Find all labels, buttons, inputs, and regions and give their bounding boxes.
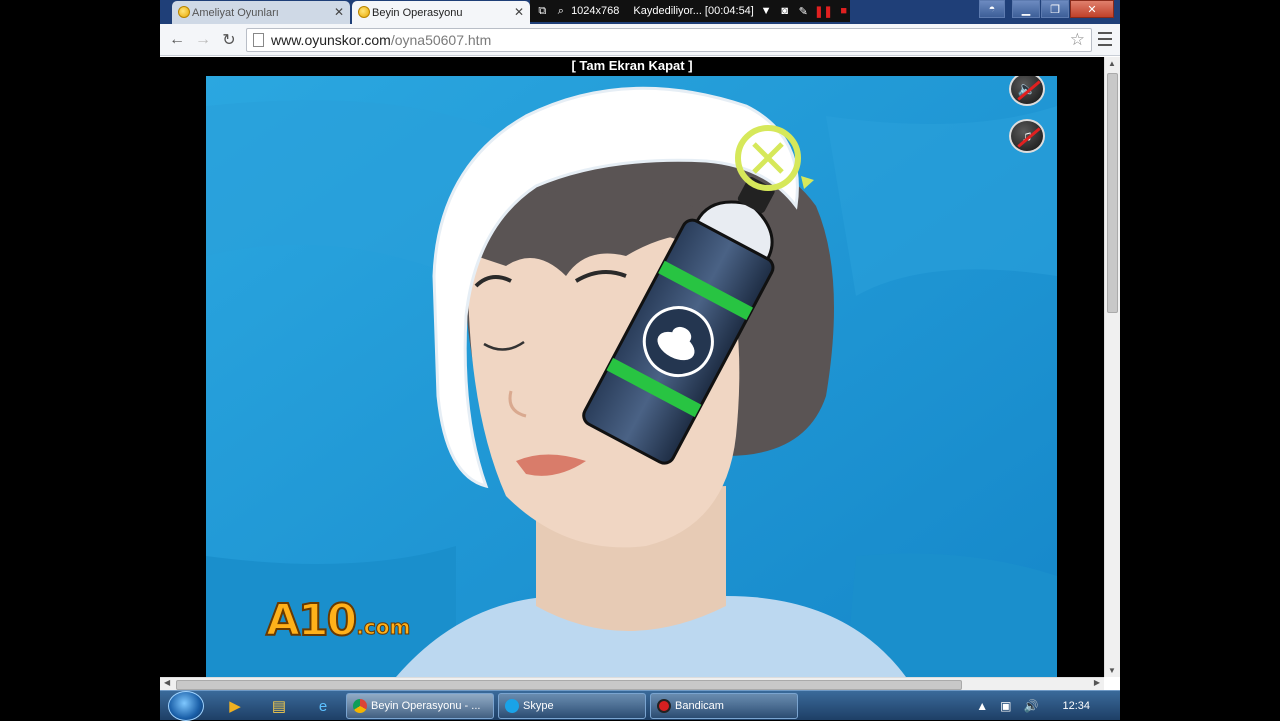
vertical-scroll-thumb[interactable] <box>1107 73 1118 313</box>
network-icon[interactable]: ▣ <box>1000 699 1011 713</box>
dropdown-arrow-icon[interactable]: ▼ <box>760 3 773 19</box>
game-canvas[interactable]: 🔈 ♫ A10 .com <box>206 76 1057 677</box>
back-arrow-icon[interactable]: ← <box>166 30 188 50</box>
volume-icon[interactable]: 🔊 <box>1024 699 1039 713</box>
task-label: Beyin Operasyonu - ... <box>371 700 481 712</box>
restore-button[interactable]: ❐ <box>1041 0 1069 18</box>
bookmark-star-icon[interactable]: ☆ <box>1070 30 1085 50</box>
close-tab-icon[interactable]: ✕ <box>514 5 524 19</box>
camera-icon[interactable]: ◙ <box>778 3 791 19</box>
file-explorer-icon[interactable]: ▤ <box>268 695 290 717</box>
skype-icon <box>505 699 519 713</box>
forward-arrow-icon[interactable]: → <box>192 30 214 50</box>
start-button[interactable] <box>168 691 204 721</box>
a10-logo[interactable]: A10 .com <box>265 595 411 646</box>
scroll-up-arrow-icon[interactable]: ▲ <box>1108 59 1116 68</box>
taskbar: ▶ ▤ e Beyin Operasyonu - ... Skype Bandi… <box>160 690 1120 721</box>
logo-main-text: A10 <box>265 595 358 646</box>
page-content: [ Tam Ekran Kapat ] 🔈 ♫ A10 .com <box>160 57 1104 677</box>
recorder-overlay: ⧉ ⌕ 1024x768 Kaydediliyor... [00:04:54] … <box>530 0 850 22</box>
pause-icon[interactable]: ❚❚ <box>814 3 832 19</box>
minimize-button[interactable]: ▁ <box>1012 0 1040 18</box>
reload-icon[interactable]: ↻ <box>218 30 240 50</box>
magnifier-icon[interactable]: ⌕ <box>555 3 568 19</box>
task-chrome[interactable]: Beyin Operasyonu - ... <box>346 693 494 719</box>
scroll-down-arrow-icon[interactable]: ▼ <box>1108 666 1116 675</box>
browser-toolbar: ← → ↻ www.oyunskor.com/oyna50607.htm ☆ <box>160 24 1120 56</box>
window-controls: ◓ ▁ ❐ ✕ <box>978 0 1114 18</box>
system-tray: ▲ ▣ 🔊 12:34 <box>976 691 1120 721</box>
close-window-button[interactable]: ✕ <box>1070 0 1114 18</box>
pencil-icon[interactable]: ✎ <box>797 3 810 19</box>
task-skype[interactable]: Skype <box>498 693 646 719</box>
media-player-icon[interactable]: ▶ <box>224 695 246 717</box>
vertical-scrollbar[interactable]: ▲ ▼ <box>1104 57 1120 677</box>
task-bandicam[interactable]: Bandicam <box>650 693 798 719</box>
scroll-left-arrow-icon[interactable]: ◀ <box>164 678 170 687</box>
horizontal-scrollbar[interactable]: ◀ ▶ <box>160 677 1104 691</box>
task-label: Bandicam <box>675 700 724 712</box>
desktop: Ameliyat Oyunları ✕ Beyin Operasyonu ✕ ⧉… <box>0 0 1280 721</box>
url-path: /oyna50607.htm <box>390 32 492 48</box>
menu-icon[interactable] <box>1098 32 1112 46</box>
stop-icon[interactable]: ■ <box>837 3 850 19</box>
game-scene <box>206 76 1057 677</box>
site-favicon-icon <box>358 6 370 18</box>
recorder-status: Kaydediliyor... [00:04:54] <box>633 5 754 17</box>
url-host: www.oyunskor.com <box>271 32 391 48</box>
browser-window: Ameliyat Oyunları ✕ Beyin Operasyonu ✕ ⧉… <box>160 0 1120 720</box>
address-bar[interactable]: www.oyunskor.com/oyna50607.htm ☆ <box>246 28 1092 52</box>
show-hidden-icons-icon[interactable]: ▲ <box>976 699 988 713</box>
user-profile-icon[interactable]: ◓ <box>979 0 1005 18</box>
exit-fullscreen-link[interactable]: [ Tam Ekran Kapat ] <box>160 57 1104 75</box>
tab-ameliyat-oyunlari[interactable]: Ameliyat Oyunları ✕ <box>172 1 350 24</box>
site-favicon-icon <box>178 6 190 18</box>
bandicam-icon <box>657 699 671 713</box>
chrome-icon <box>353 699 367 713</box>
tab-title: Ameliyat Oyunları <box>192 6 279 19</box>
clock[interactable]: 12:34 <box>1062 700 1090 712</box>
page-icon <box>253 33 264 47</box>
tab-title: Beyin Operasyonu <box>372 6 463 19</box>
horizontal-scroll-thumb[interactable] <box>176 680 962 690</box>
mute-music-button[interactable]: ♫ <box>1009 119 1045 153</box>
window-mode-icon[interactable]: ⧉ <box>536 3 549 19</box>
internet-explorer-icon[interactable]: e <box>312 695 334 717</box>
logo-suffix-text: .com <box>356 615 411 640</box>
tab-beyin-operasyonu[interactable]: Beyin Operasyonu ✕ <box>352 1 530 24</box>
close-tab-icon[interactable]: ✕ <box>334 5 344 19</box>
scroll-right-arrow-icon[interactable]: ▶ <box>1094 678 1100 687</box>
recorder-resolution: 1024x768 <box>571 5 620 17</box>
task-label: Skype <box>523 700 554 712</box>
tab-strip: Ameliyat Oyunları ✕ Beyin Operasyonu ✕ ⧉… <box>160 0 1120 24</box>
